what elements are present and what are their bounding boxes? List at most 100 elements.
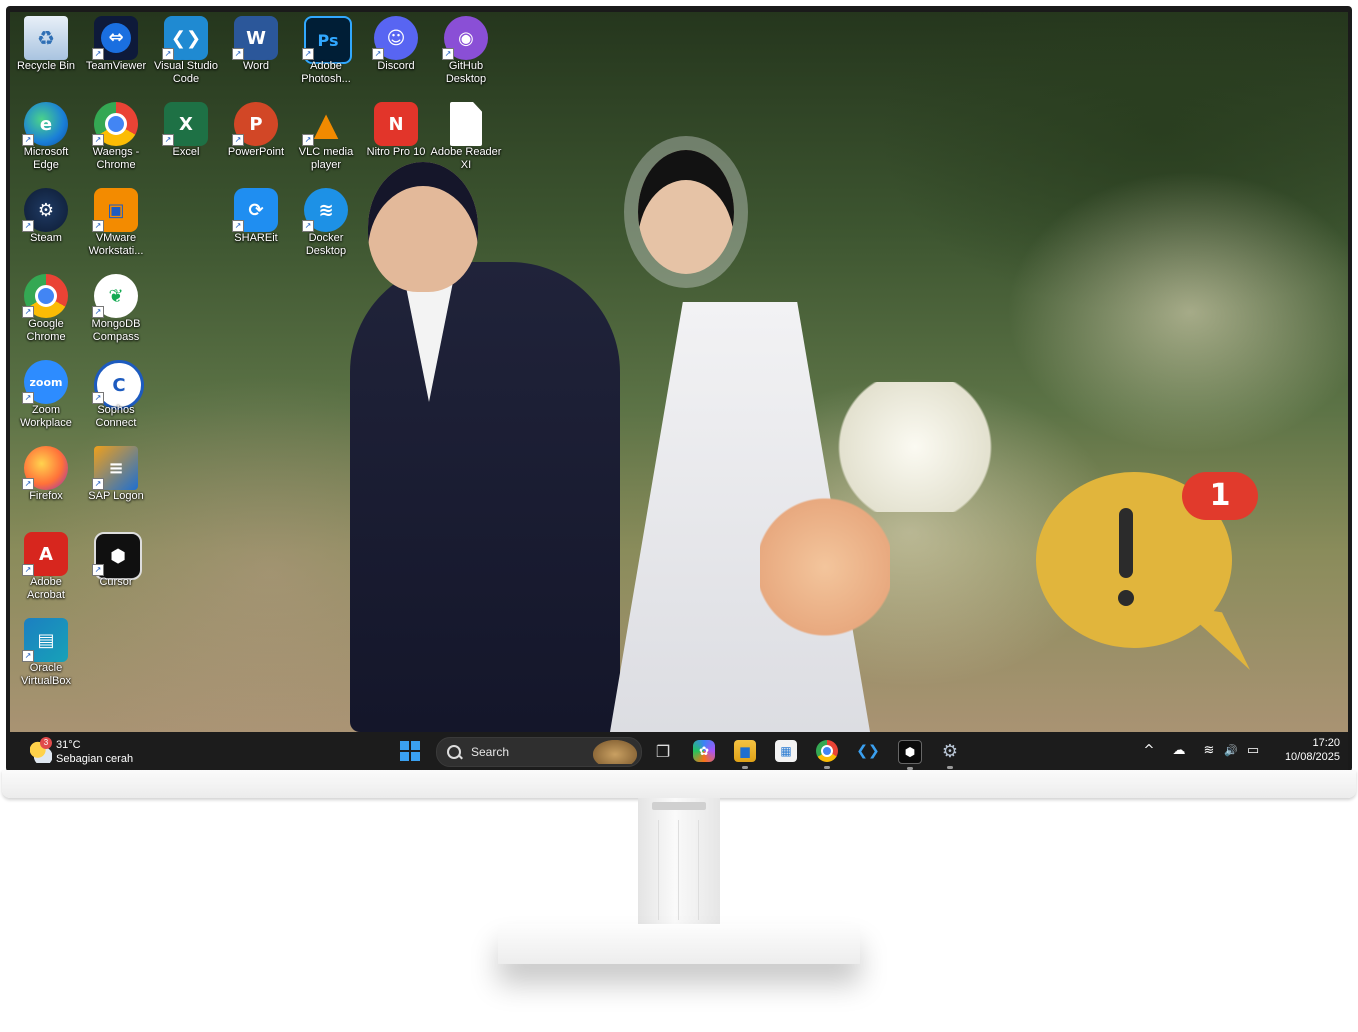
shortcut-arrow-icon: ↗ — [372, 48, 384, 60]
desktop-icon-label: Discord — [377, 60, 415, 72]
shortcut-arrow-icon: ↗ — [22, 220, 34, 232]
desktop-icon-label: MongoDB Compass — [91, 318, 141, 343]
store-icon: ▦ — [780, 744, 792, 758]
taskbar-search[interactable]: Search — [436, 737, 642, 767]
search-highlight-art — [593, 740, 637, 764]
monitor-bezel — [2, 770, 1356, 798]
desktop-icon-label: Docker Desktop — [305, 232, 347, 257]
desktop-icon-visual-studio-code[interactable]: ❮❯ ↗ Visual Studio Code — [150, 14, 222, 98]
windows-logo-icon — [411, 741, 420, 750]
shortcut-arrow-icon: ↗ — [162, 134, 174, 146]
search-icon — [447, 745, 461, 759]
shortcut-arrow-icon: ↗ — [92, 134, 104, 146]
taskbar: 3 31°C Sebagian cerah Search ❐ ✿ ▆ ▦ ❮❯ … — [10, 732, 1348, 770]
exclamation-bar — [1119, 508, 1133, 578]
desktop-icon-label: Sophos Connect — [95, 404, 137, 429]
desktop-icon-label: Adobe Acrobat — [27, 576, 65, 601]
nitro-icon: N — [374, 102, 418, 146]
desktop-icon-mongodb-compass[interactable]: ❦ ↗ MongoDB Compass — [80, 272, 152, 356]
running-indicator — [947, 766, 953, 769]
chrome-icon — [821, 745, 833, 757]
desktop-icon-oracle-virtualbox[interactable]: ▤ ↗ Oracle VirtualBox — [10, 616, 82, 700]
taskbar-clock[interactable]: 17:20 10/08/2025 — [1260, 736, 1340, 764]
screen: ♻ Recycle Bin e ↗ Microsoft Edge ⚙ ↗ Ste… — [10, 12, 1348, 770]
vscode-icon: ❮❯ — [856, 743, 880, 759]
desktop-icon-google-chrome[interactable]: ↗ Google Chrome — [10, 272, 82, 356]
desktop-icon-label: Waengs - Chrome — [92, 146, 140, 171]
weather-widget[interactable]: 3 31°C Sebagian cerah — [24, 737, 174, 767]
desktop-icon-sophos-connect[interactable]: C ↗ Sophos Connect — [80, 358, 152, 442]
windows-logo-icon — [400, 741, 409, 750]
shortcut-arrow-icon: ↗ — [22, 564, 34, 576]
desktop-icon-label: Google Chrome — [26, 318, 66, 343]
shortcut-arrow-icon: ↗ — [22, 650, 34, 662]
volume-icon[interactable]: 🔊 — [1222, 742, 1240, 760]
taskbar-file-explorer[interactable]: ▆ — [734, 740, 756, 769]
taskbar-microsoft-store[interactable]: ▦ — [775, 740, 797, 762]
desktop-icon-firefox[interactable]: ↗ Firefox — [10, 444, 82, 528]
clock-time: 17:20 — [1312, 737, 1340, 749]
shortcut-arrow-icon: ↗ — [232, 48, 244, 60]
wifi-icon[interactable]: ≋ — [1200, 742, 1218, 760]
stand-rib — [698, 820, 699, 920]
exclamation-icon — [1106, 502, 1146, 622]
shortcut-arrow-icon: ↗ — [22, 392, 34, 404]
desktop-icon-label: Microsoft Edge — [23, 146, 69, 171]
onedrive-cloud-icon[interactable]: ☁ — [1170, 742, 1188, 760]
shortcut-arrow-icon: ↗ — [442, 48, 454, 60]
desktop-icon-label: Cursor — [99, 576, 133, 588]
desktop-icon-label: Excel — [172, 146, 200, 158]
shortcut-arrow-icon: ↗ — [22, 134, 34, 146]
desktop-icon-word[interactable]: W ↗ Word — [220, 14, 292, 98]
desktop-icon-zoom-workplace[interactable]: zoom ↗ Zoom Workplace — [10, 358, 82, 442]
show-hidden-icons-chevron-icon[interactable]: ^ — [1140, 742, 1158, 760]
desktop-icon-teamviewer[interactable]: ⇔ ↗ TeamViewer — [80, 14, 152, 98]
desktop-icon-github-desktop[interactable]: ◉ ↗ GitHub Desktop — [430, 14, 502, 98]
taskbar-settings[interactable]: ⚙ — [939, 740, 961, 769]
taskbar-task-view[interactable]: ❐ — [652, 740, 674, 762]
desktop-icon-label: VLC media player — [298, 146, 354, 171]
desktop-icon-microsoft-edge[interactable]: e ↗ Microsoft Edge — [10, 100, 82, 184]
desktop-icon-steam[interactable]: ⚙ ↗ Steam — [10, 186, 82, 270]
exclamation-dot — [1118, 590, 1134, 606]
desktop-icon-label: Nitro Pro 10 — [366, 146, 426, 158]
shortcut-arrow-icon: ↗ — [302, 48, 314, 60]
shortcut-arrow-icon: ↗ — [22, 306, 34, 318]
desktop-icon-vlc[interactable]: ▲ ↗ VLC media player — [290, 100, 362, 184]
weather-badge: 3 — [40, 737, 52, 749]
desktop-icon-waengs-chrome[interactable]: ↗ Waengs - Chrome — [80, 100, 152, 184]
desktop-icon-discord[interactable]: ☺ ↗ Discord — [360, 14, 432, 98]
desktop-icon-label: Visual Studio Code — [153, 60, 218, 85]
shortcut-arrow-icon: ↗ — [232, 134, 244, 146]
desktop-icon-recycle-bin[interactable]: ♻ Recycle Bin — [10, 14, 82, 98]
shortcut-arrow-icon: ↗ — [162, 48, 174, 60]
monitor-stand-neck — [638, 798, 720, 928]
desktop-icon-powerpoint[interactable]: P ↗ PowerPoint — [220, 100, 292, 184]
taskbar-vscode[interactable]: ❮❯ — [856, 740, 880, 762]
folder-icon: ▆ — [740, 744, 750, 758]
desktop-icon-vmware[interactable]: ▣ ↗ VMware Workstati... — [80, 186, 152, 270]
desktop-icon-adobe-photoshop[interactable]: Ps ↗ Adobe Photosh... — [290, 14, 362, 98]
desktop-icon-nitro-pro[interactable]: N Nitro Pro 10 — [360, 100, 432, 184]
desktop-icon-adobe-acrobat[interactable]: A ↗ Adobe Acrobat — [10, 530, 82, 614]
taskbar-chrome[interactable] — [816, 740, 838, 769]
taskbar-cursor[interactable]: ⬢ — [898, 740, 922, 770]
desktop-icon-sap-logon[interactable]: ≡ ↗ SAP Logon — [80, 444, 152, 528]
desktop-icon-label: Firefox — [29, 490, 63, 502]
desktop-icon-label: Oracle VirtualBox — [21, 662, 71, 687]
stand-rib — [658, 820, 659, 920]
start-button[interactable] — [400, 741, 420, 761]
desktop-icon-adobe-reader[interactable]: Adobe Reader XI — [430, 100, 502, 184]
task-view-icon: ❐ — [655, 741, 671, 761]
desktop-icon-docker-desktop[interactable]: ≋ ↗ Docker Desktop — [290, 186, 362, 270]
wallpaper-groom — [350, 262, 620, 732]
stand-rib — [678, 820, 679, 920]
shortcut-arrow-icon: ↗ — [22, 478, 34, 490]
desktop-icon-shareit[interactable]: ⟳ ↗ SHAREit — [220, 186, 292, 270]
stand-cable-slot — [652, 802, 706, 810]
desktop-icon-cursor[interactable]: ⬢ ↗ Cursor — [80, 530, 152, 614]
running-indicator — [742, 766, 748, 769]
desktop-icon-excel[interactable]: X ↗ Excel — [150, 100, 222, 184]
taskbar-copilot[interactable]: ✿ — [693, 740, 715, 762]
shortcut-arrow-icon: ↗ — [232, 220, 244, 232]
